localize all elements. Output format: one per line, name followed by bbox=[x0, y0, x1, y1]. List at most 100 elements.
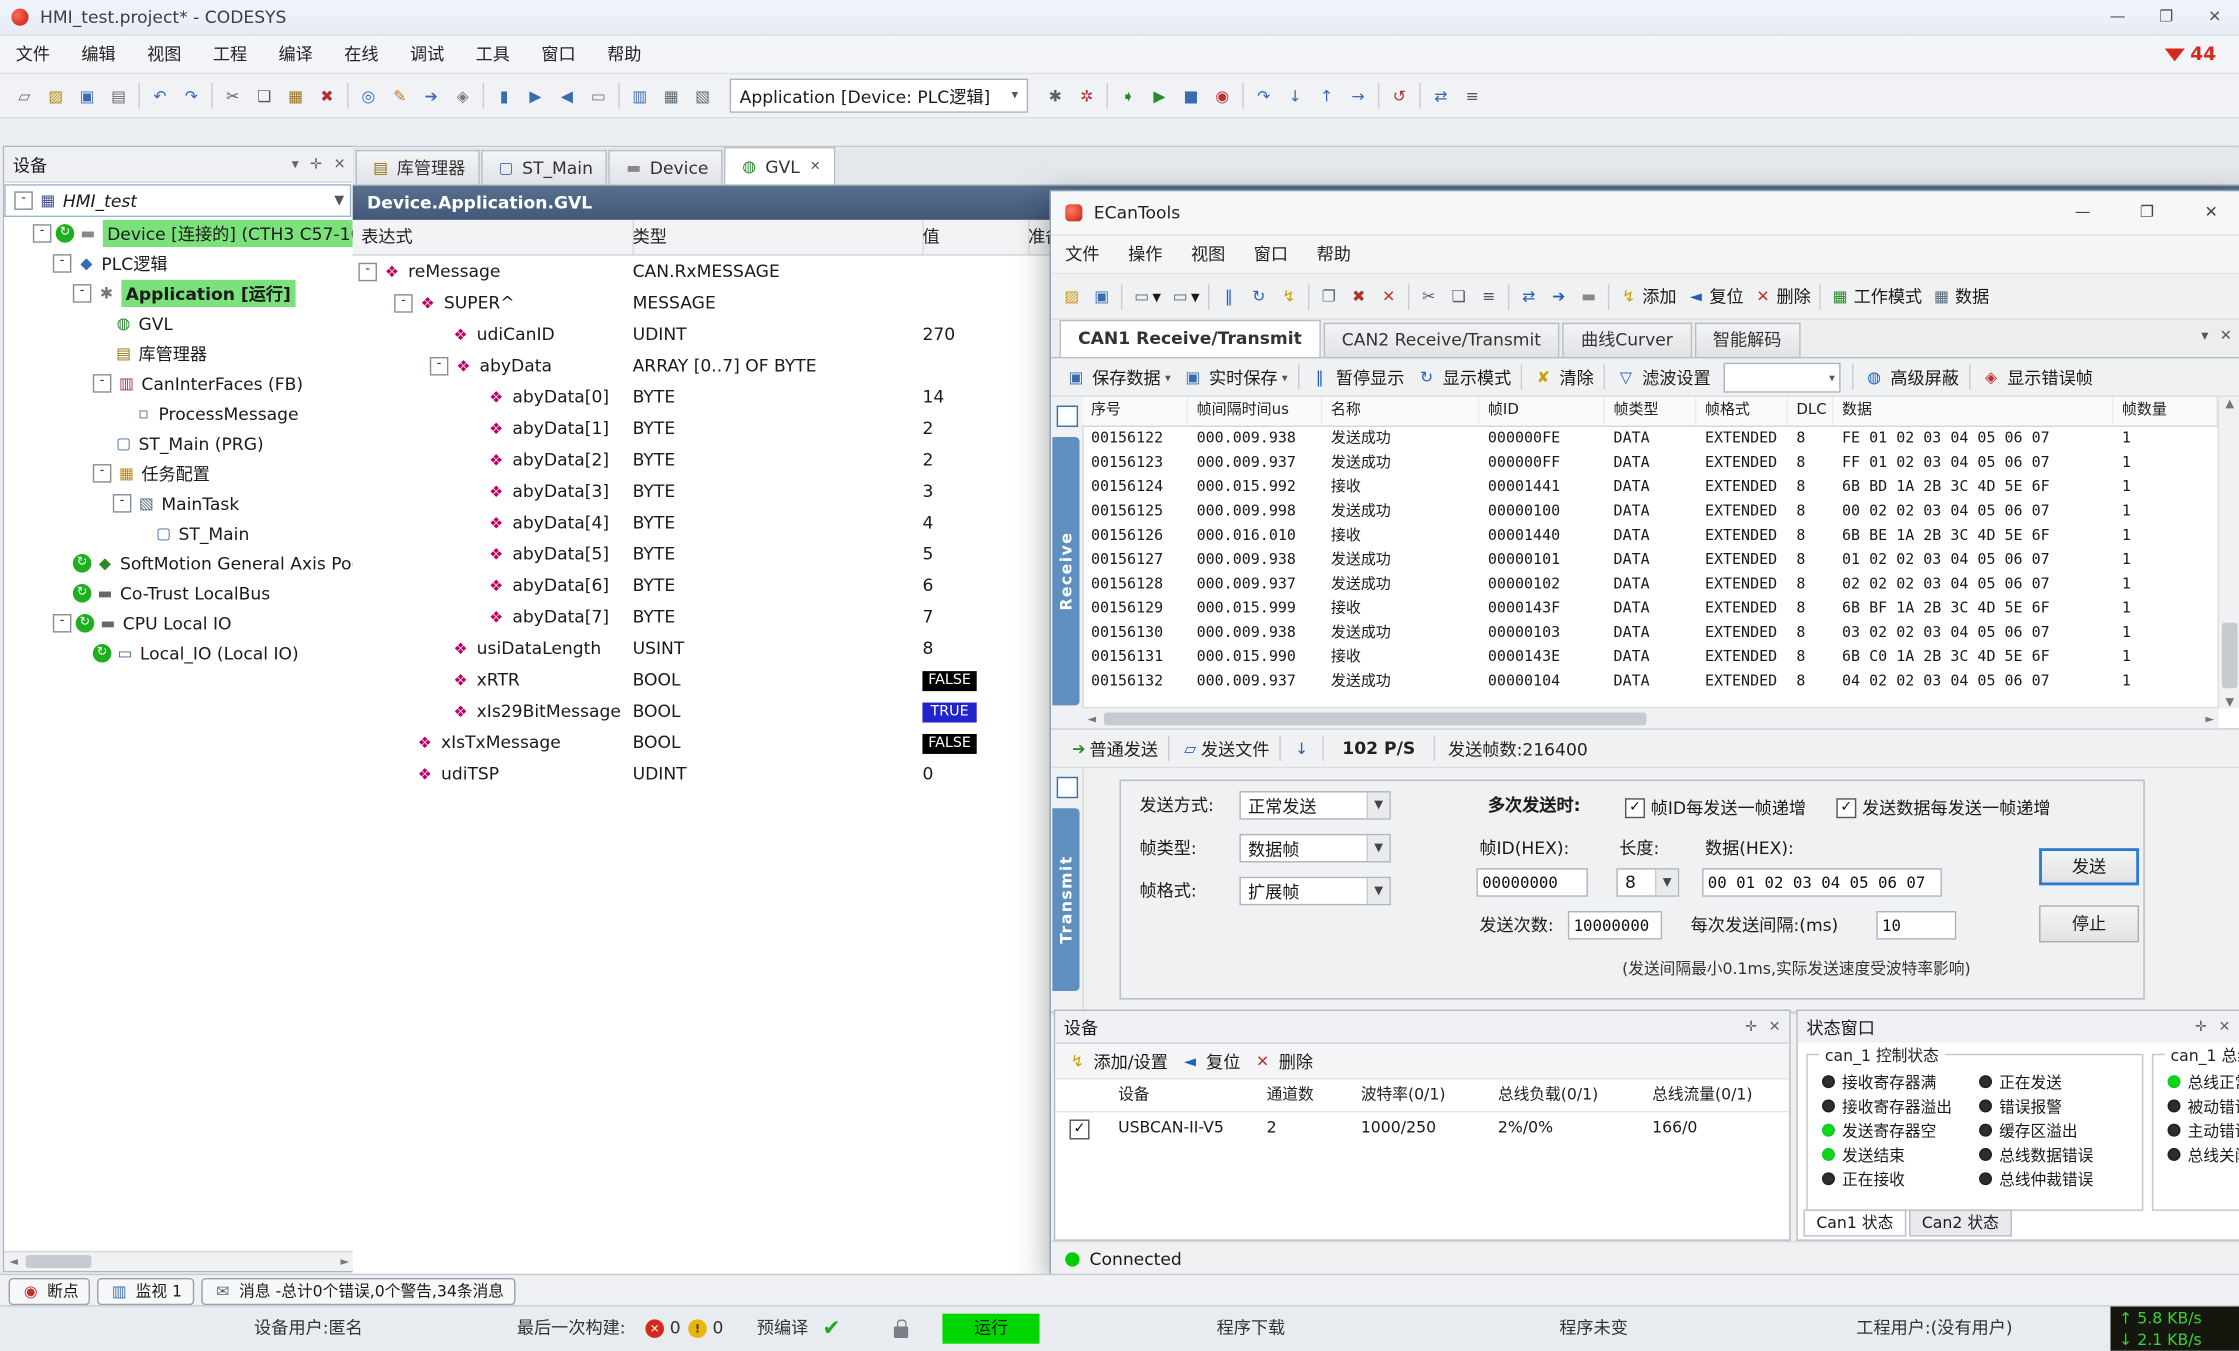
can-frame-row[interactable]: 00156132000.009.937发送成功00000104DATAEXTEN… bbox=[1082, 670, 2219, 694]
status-tab-2[interactable]: Can2 状态 bbox=[1909, 1209, 2012, 1236]
open-file-button[interactable]: ▨ bbox=[40, 80, 71, 111]
send-file-button[interactable]: ▱ 发送文件 bbox=[1174, 733, 1275, 764]
panel-close-icon[interactable]: ✕ bbox=[334, 156, 346, 172]
display-mode-button[interactable]: ↻ 显示模式 bbox=[1410, 361, 1517, 392]
clear-button[interactable]: ✘ 清除 bbox=[1527, 361, 1600, 392]
run-to-cursor-button[interactable]: → bbox=[1342, 80, 1373, 111]
close-button[interactable]: ✕ bbox=[2190, 0, 2239, 34]
can-frame-row[interactable]: 00156126000.016.010接收00001440DATAEXTENDE… bbox=[1082, 524, 2219, 548]
can-frame-row[interactable]: 00156122000.009.938发送成功000000FEDATAEXTEN… bbox=[1082, 427, 2219, 451]
scroll-left-icon[interactable]: ◄ bbox=[1082, 712, 1101, 725]
cut-button[interactable]: ✂ bbox=[1414, 279, 1444, 313]
ecan-menu-item-2[interactable]: 操作 bbox=[1114, 236, 1177, 273]
tab-curve[interactable]: 曲线Curver bbox=[1562, 323, 1691, 357]
filter-settings-button[interactable]: ▽ 滤波设置 bbox=[1610, 361, 1717, 392]
tab-can2[interactable]: CAN2 Receive/Transmit bbox=[1323, 323, 1559, 357]
can-frame-row[interactable]: 00156130000.009.938发送成功00000103DATAEXTEN… bbox=[1082, 621, 2219, 645]
tree-item-cotrust-localbus[interactable]: ↻▬Co-Trust LocalBus bbox=[4, 578, 354, 608]
frame-id-input[interactable] bbox=[1476, 868, 1587, 897]
step-over-button[interactable]: ↷ bbox=[1248, 80, 1279, 111]
tree-expander-icon[interactable]: - bbox=[53, 254, 72, 273]
can-frame-row[interactable]: 00156129000.015.999接收0000143FDATAEXTENDE… bbox=[1082, 597, 2219, 621]
ecan-minimize-button[interactable]: — bbox=[2051, 191, 2115, 234]
realtime-save-button[interactable]: ▣ 实时保存▾ bbox=[1176, 361, 1293, 392]
send-button[interactable]: 发送 bbox=[2039, 848, 2139, 885]
chevron-down-icon[interactable]: ▾ bbox=[2201, 328, 2208, 344]
tab-can1[interactable]: CAN1 Receive/Transmit bbox=[1060, 320, 1321, 357]
menu-item-4[interactable]: 工程 bbox=[197, 36, 263, 73]
copy-button[interactable]: ❏ bbox=[1444, 279, 1474, 313]
scroll-thumb[interactable] bbox=[26, 1255, 92, 1268]
copy-button[interactable]: ❏ bbox=[248, 80, 279, 111]
scroll-down-icon[interactable]: ▼ bbox=[2219, 695, 2239, 708]
application-combo[interactable]: Application [Device: PLC逻辑] ▾ bbox=[730, 79, 1028, 113]
build-button[interactable]: ✱ bbox=[1040, 80, 1071, 111]
bookmark-clear-button[interactable]: ▭ bbox=[583, 80, 614, 111]
menu-item-3[interactable]: 视图 bbox=[131, 36, 197, 73]
add-button[interactable]: ↯添加 bbox=[1614, 279, 1681, 313]
tree-hscrollbar[interactable]: ◄ ► bbox=[4, 1251, 354, 1271]
reset-button[interactable]: ◄ 复位 bbox=[1174, 1045, 1247, 1076]
status-tab-1[interactable]: Can1 状态 bbox=[1803, 1209, 1906, 1236]
frame-type-combo[interactable]: 数据帧 ▼ bbox=[1239, 834, 1390, 863]
close-channel-button[interactable]: ✕ bbox=[1374, 279, 1404, 313]
breakpoint-button[interactable]: ◉ bbox=[1207, 80, 1238, 111]
tab-decode[interactable]: 智能解码 bbox=[1694, 323, 1800, 357]
close-icon[interactable]: ✕ bbox=[2220, 328, 2232, 344]
watch-button[interactable]: ▥ bbox=[624, 80, 655, 111]
bookmark-next-button[interactable]: ▶ bbox=[520, 80, 551, 111]
list-button[interactable]: ≡ bbox=[1474, 279, 1504, 313]
find-button[interactable]: ◎ bbox=[353, 80, 384, 111]
row-expander-icon[interactable]: - bbox=[358, 262, 377, 281]
tree-item-cpu-local-io[interactable]: -↻▬CPU Local IO bbox=[4, 608, 354, 638]
tree-expander-icon[interactable]: - bbox=[33, 224, 52, 243]
tree-expander-icon[interactable]: - bbox=[113, 494, 132, 513]
redo-button[interactable]: ↷ bbox=[176, 80, 207, 111]
swap-button[interactable]: ⇄ bbox=[1514, 279, 1544, 313]
tree-expander-icon[interactable]: - bbox=[93, 374, 112, 393]
frame-format-combo[interactable]: 扩展帧 ▼ bbox=[1239, 877, 1390, 906]
tree-expander-icon[interactable]: - bbox=[53, 614, 72, 633]
advanced-mask-button[interactable]: ◍ 高级屏蔽 bbox=[1858, 361, 1965, 392]
scroll-right-icon[interactable]: ► bbox=[336, 1255, 355, 1268]
ecan-menu-item-5[interactable]: 帮助 bbox=[1302, 236, 1365, 273]
tree-item-maintask[interactable]: -▧MainTask bbox=[4, 488, 354, 518]
device-select-combo[interactable]: ▭▾ bbox=[1127, 279, 1166, 313]
ecan-maximize-button[interactable]: ❐ bbox=[2115, 191, 2179, 234]
find-prev-button[interactable]: ◈ bbox=[447, 80, 478, 111]
work-mode-button[interactable]: ▦工作模式 bbox=[1825, 279, 1926, 313]
receive-side-tab[interactable]: Receive bbox=[1052, 437, 1079, 705]
stop-button[interactable]: 停止 bbox=[2039, 905, 2139, 942]
can-frame-row[interactable]: 00156127000.009.938发送成功00000101DATAEXTEN… bbox=[1082, 548, 2219, 572]
menu-item-9[interactable]: 窗口 bbox=[526, 36, 592, 73]
menu-item-7[interactable]: 调试 bbox=[394, 36, 460, 73]
ecan-menu-item-4[interactable]: 窗口 bbox=[1240, 236, 1303, 273]
rebuild-button[interactable]: ✲ bbox=[1071, 80, 1102, 111]
send-mode-combo[interactable]: 正常发送 ▼ bbox=[1239, 791, 1390, 820]
tree-item-processmessage[interactable]: ▫ProcessMessage bbox=[4, 398, 354, 428]
watch-tab[interactable]: ▥监视 1 bbox=[97, 1277, 193, 1304]
delete-button[interactable]: ✖ bbox=[311, 80, 342, 111]
collapse-button[interactable]: ▬ bbox=[1574, 279, 1604, 313]
tab-gvl[interactable]: ◍ GVL✕ bbox=[724, 147, 835, 184]
receive-select-checkbox[interactable] bbox=[1057, 406, 1078, 427]
send-count-input[interactable] bbox=[1568, 911, 1662, 940]
transmit-side-tab[interactable]: Transmit bbox=[1052, 808, 1079, 991]
print-button[interactable]: ▤ bbox=[103, 80, 134, 111]
scroll-right-icon[interactable]: ► bbox=[2200, 712, 2219, 725]
tree-item-caninterfaces[interactable]: -▥CanInterFaces (FB) bbox=[4, 368, 354, 398]
paste-button[interactable]: ▦ bbox=[280, 80, 311, 111]
pin-icon[interactable]: ✛ bbox=[310, 156, 322, 172]
increment-id-checkbox[interactable]: ✓ 帧ID每发送一帧递增 bbox=[1625, 795, 1806, 819]
filter-combo[interactable]: ▾ bbox=[1724, 362, 1841, 392]
tree-item-application[interactable]: -✱Application [运行] bbox=[4, 278, 354, 308]
menu-item-10[interactable]: 帮助 bbox=[591, 36, 657, 73]
step-into-button[interactable]: ↓ bbox=[1279, 80, 1310, 111]
program-download[interactable]: 程序下载 bbox=[1217, 1307, 1286, 1351]
row-expander-icon[interactable]: - bbox=[394, 293, 413, 312]
pause-button[interactable]: ‖ bbox=[1214, 279, 1244, 313]
login-button[interactable]: ➧ bbox=[1112, 80, 1143, 111]
tree-item-gvl[interactable]: ◍GVL bbox=[4, 308, 354, 338]
channel-select-combo[interactable]: ▭▾ bbox=[1165, 279, 1204, 313]
tree-item-st-main-call[interactable]: ▢ST_Main bbox=[4, 518, 354, 548]
